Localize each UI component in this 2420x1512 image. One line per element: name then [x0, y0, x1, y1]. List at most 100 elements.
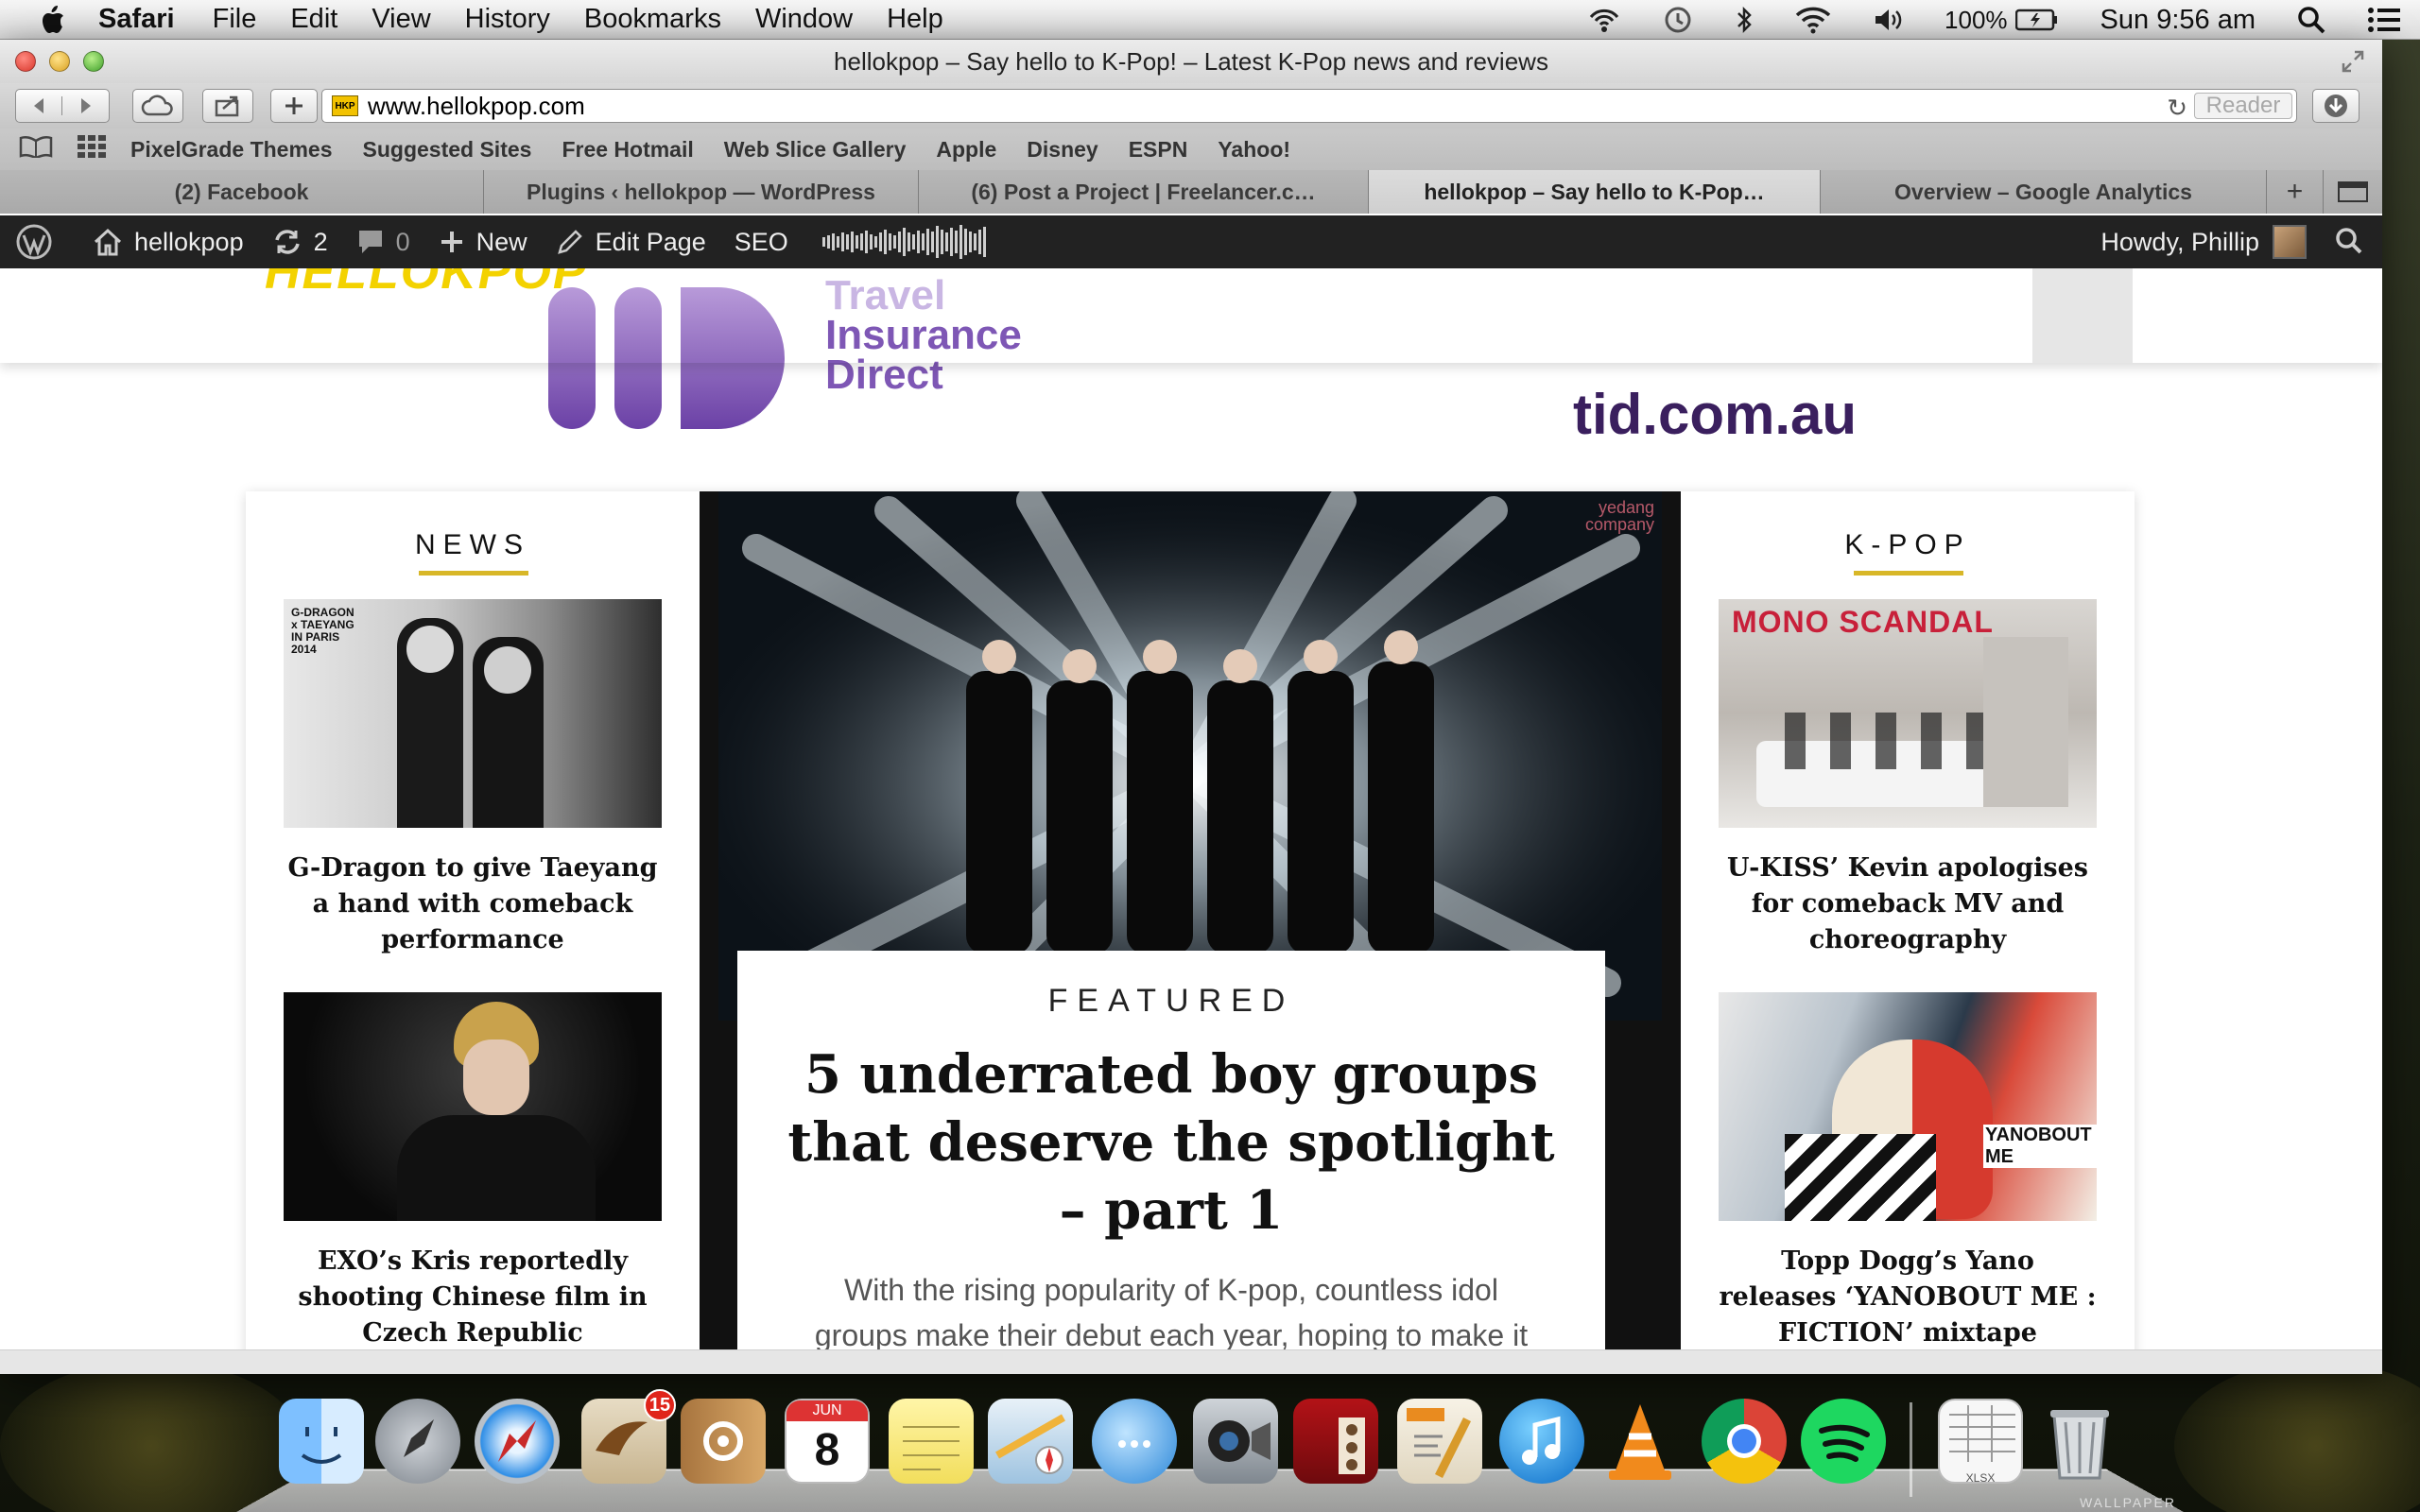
- menu-view[interactable]: View: [372, 4, 430, 35]
- kpop-card[interactable]: MONO SCANDAL U-KISS’ Kevin apologises fo…: [1719, 599, 2097, 958]
- kpop-thumbnail[interactable]: MONO SCANDAL: [1719, 599, 2097, 828]
- wifi-icon[interactable]: [1795, 6, 1831, 34]
- downloads-button[interactable]: [2312, 89, 2360, 123]
- back-button[interactable]: [16, 96, 63, 115]
- finder-icon[interactable]: [279, 1399, 364, 1484]
- contacts-icon[interactable]: [681, 1399, 766, 1484]
- close-window-button[interactable]: [15, 51, 36, 72]
- photo-booth-icon[interactable]: [1293, 1399, 1378, 1484]
- reader-button[interactable]: Reader: [2194, 93, 2292, 119]
- featured-title[interactable]: 5 underrated boy groups that deserve the…: [775, 1040, 1567, 1245]
- menu-window[interactable]: Window: [755, 4, 853, 35]
- search-icon[interactable]: [2335, 227, 2363, 255]
- apple-menu-icon[interactable]: [38, 5, 66, 35]
- pages-icon[interactable]: [1397, 1399, 1482, 1484]
- trash-icon[interactable]: [2037, 1399, 2122, 1484]
- fullscreen-icon[interactable]: [2341, 49, 2365, 74]
- minimize-window-button[interactable]: [49, 51, 70, 72]
- icloud-tabs-button[interactable]: [132, 89, 183, 123]
- volume-icon[interactable]: [1873, 6, 1903, 34]
- edit-page-link[interactable]: Edit Page: [556, 228, 706, 257]
- messages-icon[interactable]: [1092, 1399, 1177, 1484]
- tab-overview-button[interactable]: [2324, 170, 2382, 214]
- featured-card[interactable]: FEATURED 5 underrated boy groups that de…: [737, 951, 1605, 1374]
- updates-link[interactable]: 2: [272, 228, 328, 257]
- tab-facebook[interactable]: (2) Facebook: [0, 170, 484, 214]
- kpop-card-title[interactable]: Topp Dogg’s Yano releases ‘YANOBOUT ME :…: [1719, 1244, 2097, 1351]
- menu-history[interactable]: History: [465, 4, 550, 35]
- news-section-title[interactable]: NEWS: [246, 529, 700, 561]
- time-machine-icon[interactable]: [1663, 5, 1693, 35]
- spotlight-icon[interactable]: [2297, 6, 2325, 34]
- menu-bookmarks[interactable]: Bookmarks: [584, 4, 721, 35]
- my-account-link[interactable]: Howdy, Phillip: [2100, 215, 2307, 268]
- add-bookmark-button[interactable]: [270, 89, 318, 123]
- launchpad-icon[interactable]: [375, 1399, 460, 1484]
- notes-icon[interactable]: [889, 1399, 974, 1484]
- new-content-link[interactable]: New: [439, 228, 527, 257]
- site-name-link[interactable]: hellokpop: [93, 228, 244, 257]
- airdrop-icon[interactable]: [1587, 6, 1621, 34]
- share-button[interactable]: [202, 89, 253, 123]
- bookmark-free-hotmail[interactable]: Free Hotmail: [562, 137, 693, 163]
- safari-dock-icon[interactable]: [475, 1399, 560, 1484]
- menu-file[interactable]: File: [213, 4, 257, 35]
- forward-button[interactable]: [62, 96, 109, 115]
- comments-link[interactable]: 0: [356, 228, 410, 257]
- kpop-section-title[interactable]: K-POP: [1681, 529, 2135, 561]
- facetime-icon[interactable]: [1193, 1399, 1278, 1484]
- bookmark-espn[interactable]: ESPN: [1129, 137, 1188, 163]
- news-card-title[interactable]: EXO’s Kris reportedly shooting Chinese f…: [284, 1244, 662, 1351]
- menu-clock[interactable]: Sun 9:56 am: [2100, 5, 2256, 36]
- chrome-icon[interactable]: [1702, 1399, 1787, 1484]
- kpop-card-title[interactable]: U-KISS’ Kevin apologises for comeback MV…: [1719, 850, 2097, 958]
- tab-hellokpop[interactable]: hellokpop – Say hello to K-Pop…: [1369, 170, 1821, 214]
- seo-link[interactable]: SEO: [735, 228, 788, 257]
- top-sites-icon[interactable]: [78, 135, 106, 163]
- bookmark-suggested-sites[interactable]: Suggested Sites: [363, 137, 532, 163]
- bookmark-apple[interactable]: Apple: [936, 137, 996, 163]
- maps-icon[interactable]: [988, 1399, 1073, 1484]
- tab-wordpress-plugins[interactable]: Plugins ‹ hellokpop — WordPress: [484, 170, 919, 214]
- menu-app-name[interactable]: Safari: [98, 4, 175, 35]
- bookmark-pixelgrade-themes[interactable]: PixelGrade Themes: [130, 137, 333, 163]
- mail-icon[interactable]: 15: [581, 1389, 676, 1484]
- bluetooth-icon[interactable]: [1735, 6, 1754, 34]
- news-card[interactable]: EXO’s Kris reportedly shooting Chinese f…: [284, 992, 662, 1351]
- news-card-title[interactable]: G-Dragon to give Taeyang a hand with com…: [284, 850, 662, 958]
- bookmark-web-slice-gallery[interactable]: Web Slice Gallery: [724, 137, 907, 163]
- xlsx-document-icon[interactable]: XLSX: [1938, 1399, 2023, 1485]
- kpop-card[interactable]: YANOBOUT ME Topp Dogg’s Yano releases ‘Y…: [1719, 992, 2097, 1351]
- address-url[interactable]: www.hellokpop.com: [368, 92, 585, 121]
- reload-icon[interactable]: ↻: [2167, 94, 2187, 123]
- reading-list-icon[interactable]: [19, 135, 53, 163]
- page-viewport: Travel Insurance Direct tid.com.au HELLO…: [0, 268, 2382, 1374]
- wordpress-logo-icon[interactable]: [15, 223, 64, 261]
- new-tab-button[interactable]: +: [2267, 170, 2324, 214]
- ad-url[interactable]: tid.com.au: [1573, 382, 1857, 447]
- spotify-icon[interactable]: [1801, 1399, 1886, 1484]
- header-menu-toggle[interactable]: [2032, 268, 2133, 363]
- address-bar[interactable]: HKP www.hellokpop.com ↻ Reader: [321, 89, 2297, 123]
- news-thumbnail[interactable]: G-DRAGON x TAEYANG IN PARIS 2014: [284, 599, 662, 828]
- kpop-thumbnail[interactable]: YANOBOUT ME: [1719, 992, 2097, 1221]
- itunes-icon[interactable]: [1499, 1399, 1584, 1484]
- news-card[interactable]: G-DRAGON x TAEYANG IN PARIS 2014 G-Drago…: [284, 599, 662, 958]
- battery-status[interactable]: 100%: [1945, 6, 2059, 35]
- site-logo[interactable]: HELLOKPOP: [265, 268, 588, 301]
- tab-google-analytics[interactable]: Overview – Google Analytics: [1821, 170, 2267, 214]
- news-thumbnail[interactable]: [284, 992, 662, 1221]
- notification-center-icon[interactable]: [2367, 7, 2401, 33]
- menu-help[interactable]: Help: [887, 4, 943, 35]
- window-titlebar[interactable]: hellokpop – Say hello to K-Pop! – Latest…: [0, 40, 2382, 83]
- menu-edit[interactable]: Edit: [290, 4, 337, 35]
- tab-freelancer[interactable]: (6) Post a Project | Freelancer.c…: [919, 170, 1369, 214]
- zoom-window-button[interactable]: [83, 51, 104, 72]
- bookmark-yahoo[interactable]: Yahoo!: [1218, 137, 1290, 163]
- featured-image[interactable]: yedang company: [718, 491, 1662, 1021]
- horizontal-scrollbar[interactable]: [0, 1349, 2382, 1374]
- bookmark-disney[interactable]: Disney: [1027, 137, 1098, 163]
- vlc-icon[interactable]: [1598, 1399, 1683, 1484]
- performance-meter-icon[interactable]: [821, 223, 986, 261]
- calendar-icon[interactable]: JUN 8: [785, 1399, 870, 1484]
